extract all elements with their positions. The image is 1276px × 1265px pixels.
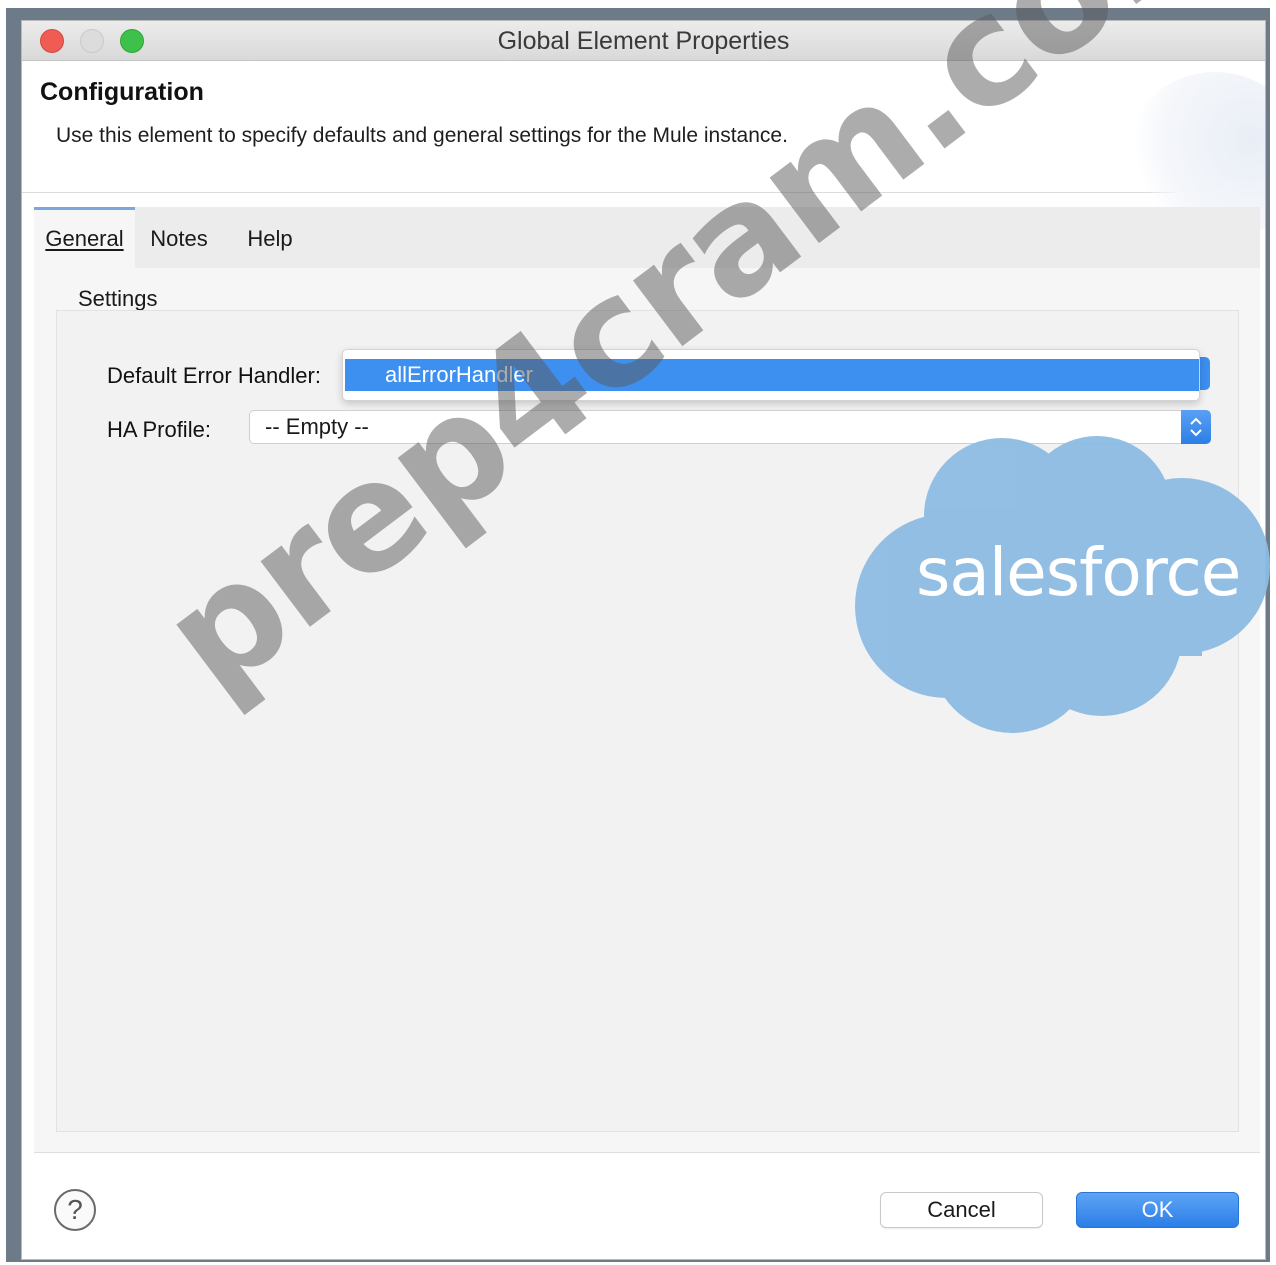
question-mark-icon[interactable]: ? [54, 1189, 96, 1231]
header-description: Use this element to specify defaults and… [56, 124, 788, 147]
tab-notes-label: Notes [150, 226, 208, 251]
ha-profile-value: -- Empty -- [265, 414, 369, 439]
tab-help[interactable]: Help [240, 207, 300, 268]
header-title: Configuration [40, 78, 204, 106]
tab-notes[interactable]: Notes [144, 207, 214, 268]
default-error-handler-dropdown-menu: allErrorHandler [342, 349, 1200, 401]
window-title: Global Element Properties [497, 27, 790, 55]
dialog-window: Global Element Properties Configuration … [21, 20, 1266, 1260]
title-bar[interactable]: Global Element Properties [22, 21, 1265, 61]
tab-general-label: General [45, 226, 124, 251]
tab-content-general: Settings Default Error Handler: allError… [34, 268, 1260, 1153]
tab-help-label: Help [247, 226, 293, 251]
select-stepper-icon[interactable] [1181, 410, 1211, 444]
ha-profile-select[interactable]: -- Empty -- [249, 410, 1211, 444]
ha-profile-label: HA Profile: [107, 417, 211, 442]
settings-section-label: Settings [78, 286, 158, 311]
tab-bar: General Notes Help [34, 207, 1260, 268]
default-error-handler-label: Default Error Handler: [107, 363, 321, 388]
dialog-header: Configuration Use this element to specif… [22, 62, 1265, 242]
dropdown-option-all-error-handler[interactable]: allErrorHandler [345, 359, 1199, 391]
tab-general[interactable]: General [34, 207, 135, 268]
ok-button[interactable]: OK [1076, 1192, 1239, 1228]
cancel-button[interactable]: Cancel [880, 1192, 1043, 1228]
